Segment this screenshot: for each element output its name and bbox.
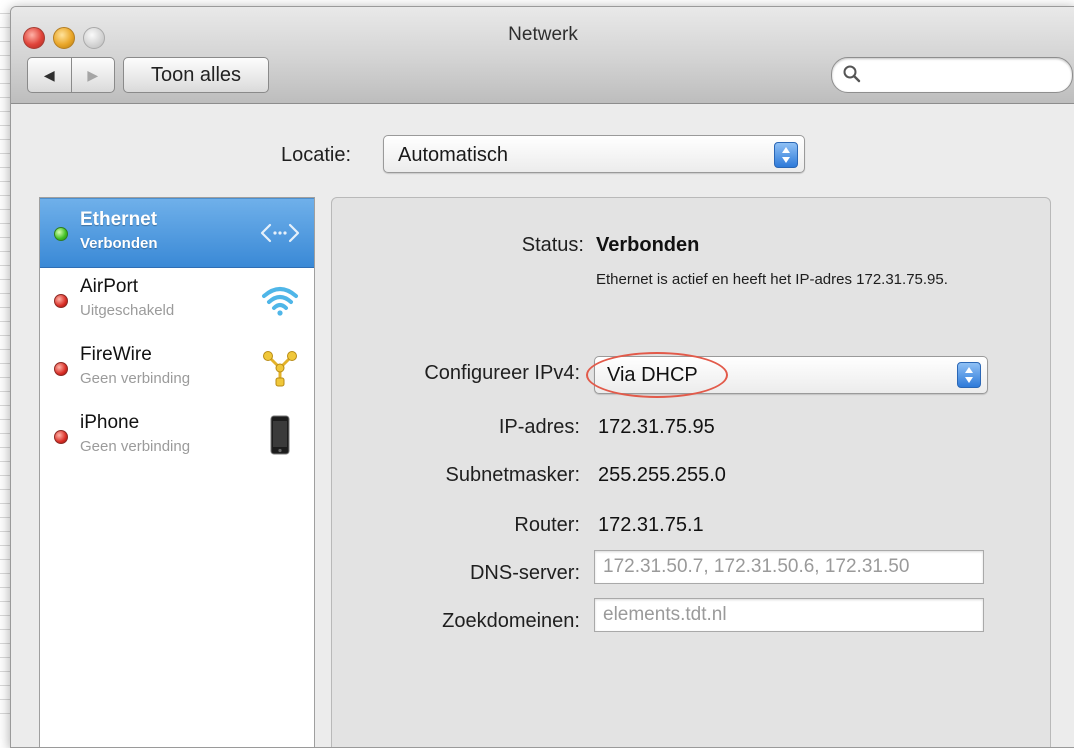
- subnet-mask-label: Subnetmasker:: [445, 464, 580, 486]
- search-field[interactable]: [831, 57, 1073, 93]
- back-arrow-icon: ◀: [43, 66, 55, 83]
- status-indicator-icon: [54, 362, 68, 376]
- service-list: Ethernet Verbonden AirPort Uitgeschakeld: [39, 197, 315, 747]
- status-value: Verbonden: [596, 234, 700, 256]
- back-button[interactable]: ◀: [28, 58, 72, 92]
- ip-address-label: IP-adres:: [498, 416, 580, 438]
- service-item-firewire[interactable]: FireWire Geen verbinding: [40, 334, 314, 402]
- location-popup[interactable]: Automatisch: [383, 135, 805, 173]
- wifi-icon: [262, 287, 298, 316]
- service-status: Geen verbinding: [80, 370, 191, 387]
- service-item-ethernet[interactable]: Ethernet Verbonden: [40, 198, 314, 268]
- location-label: Locatie:: [281, 144, 352, 166]
- dns-server-field[interactable]: [594, 550, 984, 584]
- service-item-airport[interactable]: AirPort Uitgeschakeld: [40, 266, 314, 334]
- router-value: 172.31.75.1: [598, 514, 704, 536]
- subnet-mask-value: 255.255.255.0: [598, 464, 726, 486]
- window-title: Netwerk: [508, 24, 578, 45]
- forward-arrow-icon: ▶: [87, 66, 99, 83]
- service-status: Uitgeschakeld: [80, 302, 175, 319]
- search-domains-label: Zoekdomeinen:: [442, 610, 580, 632]
- search-input[interactable]: [868, 63, 1062, 87]
- router-label: Router:: [514, 514, 580, 536]
- service-name: FireWire: [80, 344, 152, 365]
- title-bar: Netwerk ◀ ▶ Toon alles: [11, 7, 1074, 104]
- status-indicator-icon: [54, 430, 68, 444]
- search-icon: [843, 65, 861, 83]
- configure-ipv4-value: Via DHCP: [607, 364, 698, 386]
- ip-address-value: 172.31.75.95: [598, 416, 715, 438]
- service-status: Geen verbinding: [80, 438, 191, 455]
- popup-arrows-icon: [957, 362, 981, 388]
- service-name: iPhone: [80, 412, 140, 433]
- service-item-iphone[interactable]: iPhone Geen verbinding: [40, 402, 314, 470]
- service-name: AirPort: [80, 276, 139, 297]
- dns-server-label: DNS-server:: [469, 562, 580, 584]
- show-all-button[interactable]: Toon alles: [123, 57, 269, 93]
- status-description: Ethernet is actief en heeft het IP-adres…: [596, 271, 948, 288]
- status-indicator-icon: [54, 294, 68, 308]
- location-value: Automatisch: [398, 144, 509, 166]
- search-domains-field[interactable]: [594, 598, 984, 632]
- status-label: Status:: [521, 234, 584, 256]
- network-preferences-window: Netwerk ◀ ▶ Toon alles Locatie: Automati…: [10, 6, 1074, 748]
- back-forward-control: ◀ ▶: [27, 57, 115, 93]
- configure-ipv4-popup[interactable]: Via DHCP: [594, 356, 988, 394]
- service-status: Verbonden: [80, 235, 158, 252]
- configure-ipv4-label: Configureer IPv4:: [424, 362, 580, 384]
- popup-arrows-icon: [774, 142, 798, 168]
- service-name: Ethernet: [80, 209, 158, 230]
- status-indicator-icon: [54, 227, 68, 241]
- detail-pane: Status: Verbonden Ethernet is actief en …: [331, 197, 1051, 747]
- forward-button[interactable]: ▶: [72, 58, 115, 92]
